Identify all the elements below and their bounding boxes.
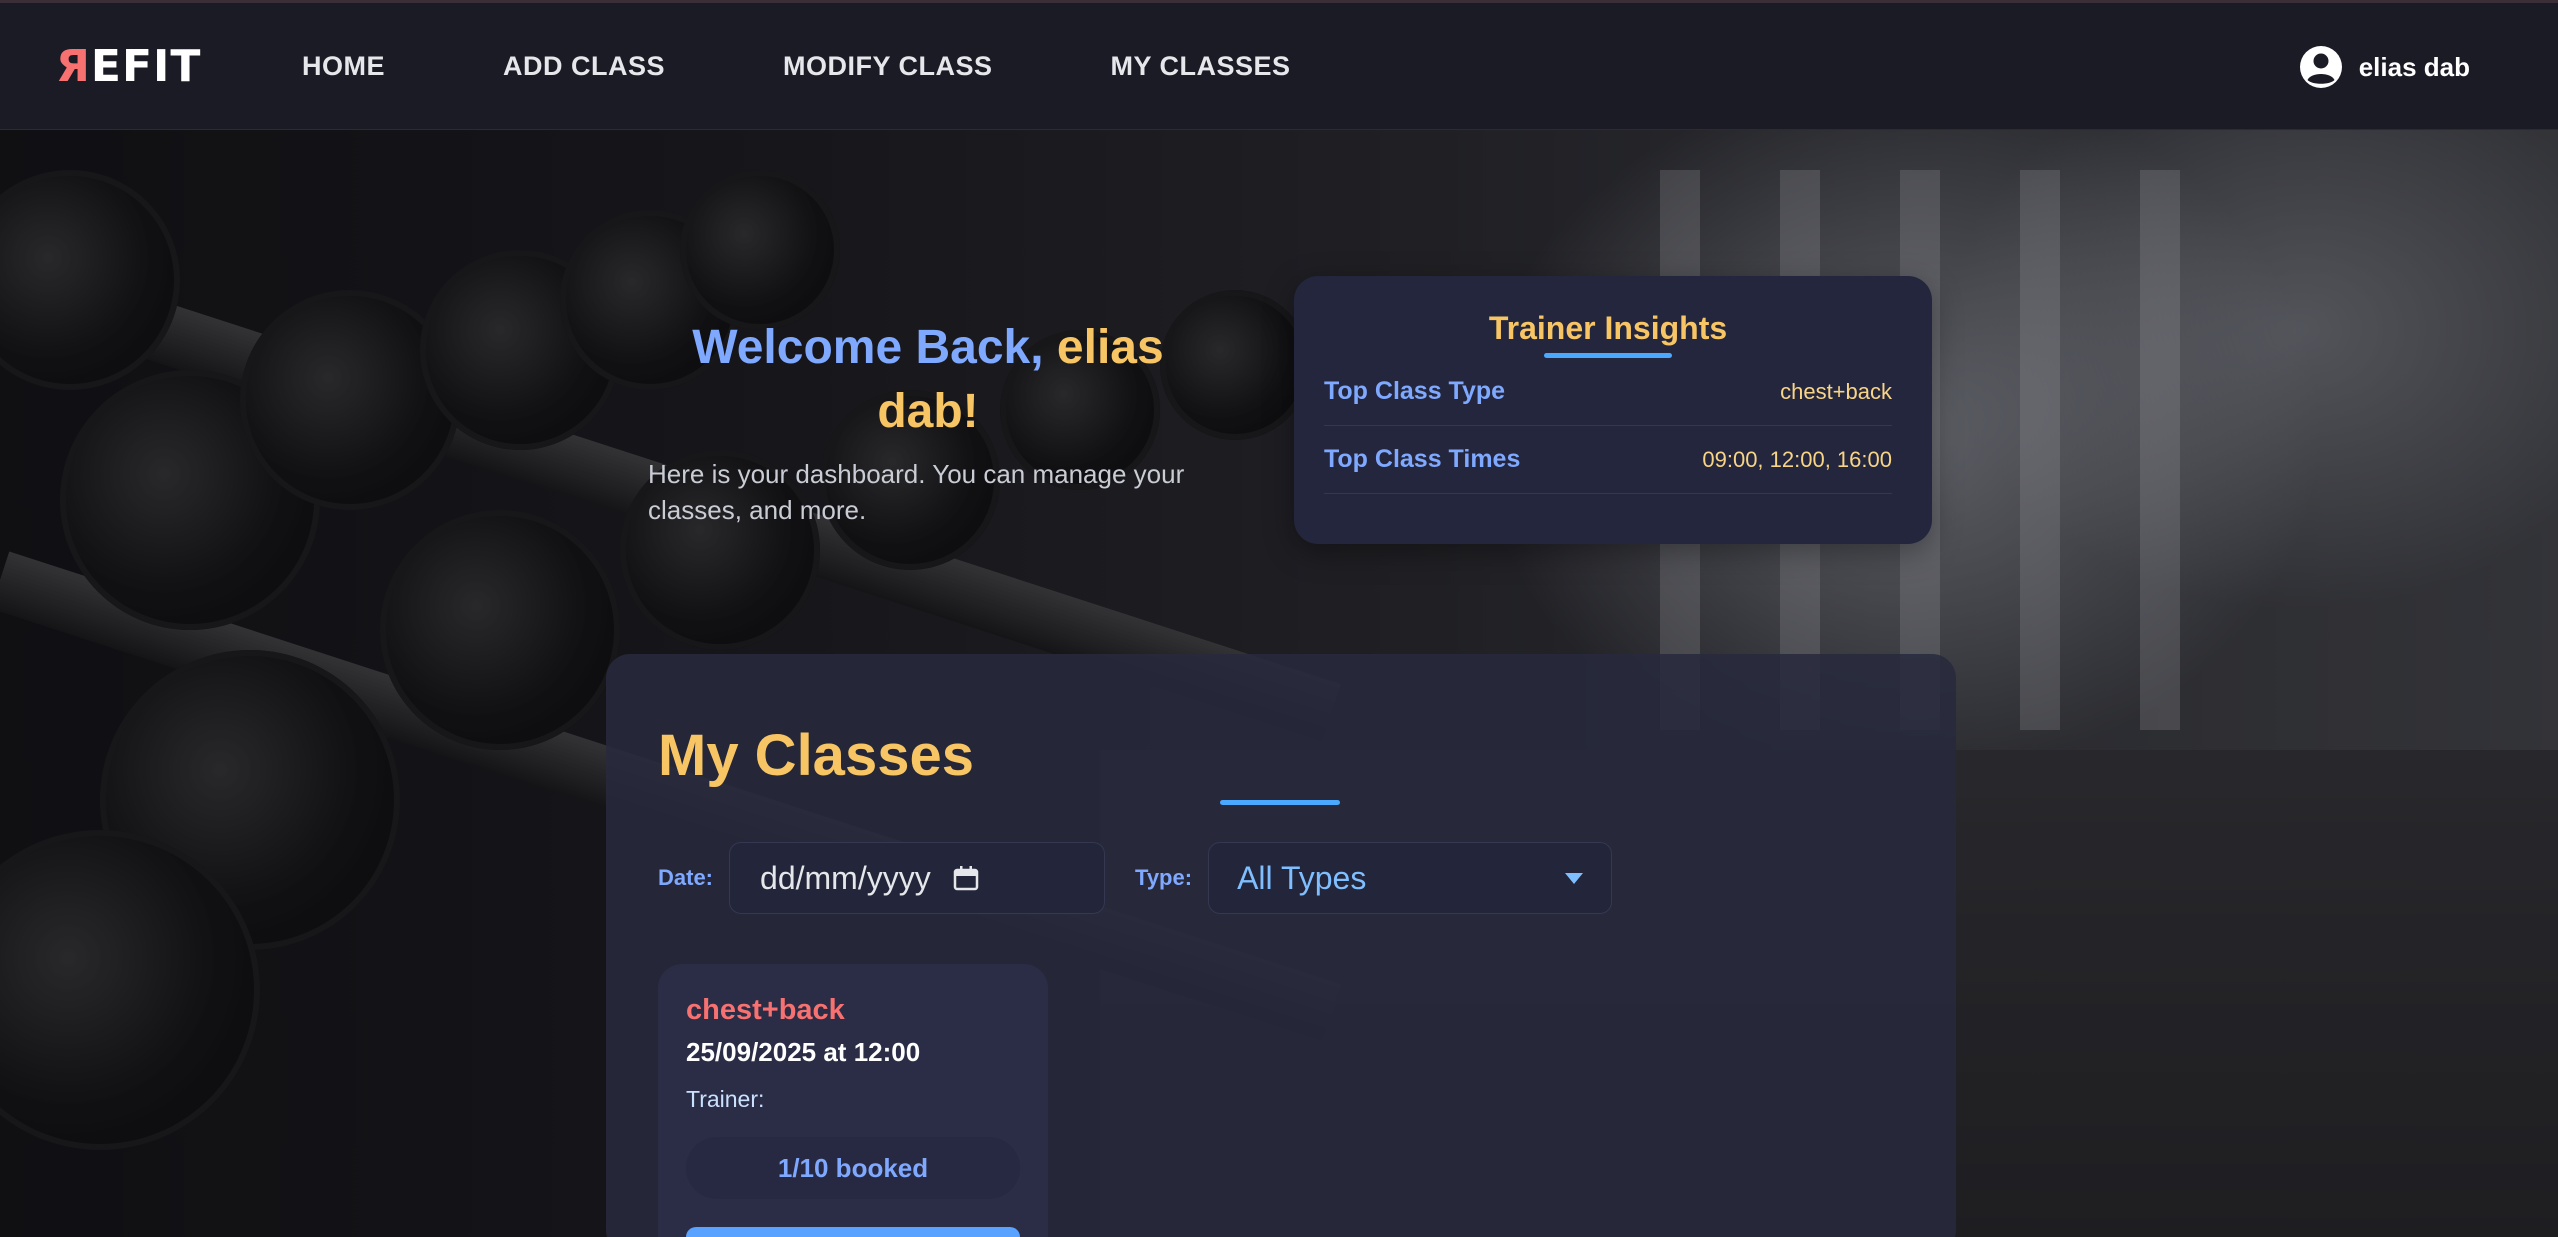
nav-add-class-link[interactable]: ADD CLASS — [503, 51, 665, 82]
nav-home-link[interactable]: HOME — [302, 51, 385, 82]
refit-logo[interactable]: ЯEFIT — [56, 41, 201, 92]
date-filter-label: Date: — [658, 865, 714, 890]
insight-label: Top Class Type — [1324, 377, 1506, 405]
user-circle-icon — [2299, 46, 2342, 88]
type-selected-value: All Types — [1237, 859, 1367, 896]
nav-links: HOME ADD CLASS MODIFY CLASS MY CLASSES — [302, 51, 1409, 82]
insights-title: Trainer Insights — [1488, 310, 1728, 346]
date-filter-input[interactable]: dd/mm/yyyy — [729, 842, 1106, 914]
insight-label: Top Class Times — [1324, 445, 1521, 473]
user-name: elias dab — [2358, 51, 2470, 82]
class-datetime: 25/09/2025 at 12:00 — [686, 1037, 921, 1067]
welcome-section: Welcome Back, elias dab! Here is your da… — [648, 316, 1208, 528]
date-placeholder: dd/mm/yyyy — [760, 859, 931, 896]
caret-down-icon — [1565, 872, 1584, 884]
type-filter-select[interactable]: All Types — [1208, 842, 1613, 914]
my-classes-title: My Classes — [658, 723, 974, 788]
trainer-insights-card: Trainer Insights Top Class Type chest+ba… — [1294, 276, 1932, 544]
insight-row-top-class-type: Top Class Type chest+back — [1324, 358, 1892, 426]
class-type: chest+back — [686, 994, 845, 1026]
class-filters: Date: dd/mm/yyyy Type: All Types — [658, 842, 1613, 914]
nav-modify-class-link[interactable]: MODIFY CLASS — [783, 51, 993, 82]
welcome-subtitle: Here is your dashboard. You can manage y… — [648, 459, 1185, 525]
my-classes-underline — [1220, 800, 1340, 805]
class-trainer: Trainer: — [686, 1086, 765, 1112]
welcome-title: Welcome Back, elias dab! — [692, 321, 1164, 438]
insight-value: 09:00, 12:00, 16:00 — [1702, 446, 1892, 472]
class-card-action-button[interactable] — [686, 1227, 1020, 1237]
nav-my-classes-link[interactable]: MY CLASSES — [1111, 51, 1291, 82]
user-menu[interactable]: elias dab — [2299, 45, 2470, 89]
navbar: ЯEFIT HOME ADD CLASS MODIFY CLASS MY CLA… — [0, 0, 2558, 130]
type-filter-label: Type: — [1135, 865, 1193, 890]
insight-row-top-class-times: Top Class Times 09:00, 12:00, 16:00 — [1324, 426, 1892, 494]
class-card[interactable]: chest+back 25/09/2025 at 12:00 Trainer: … — [658, 964, 1048, 1237]
booking-count-badge: 1/10 booked — [686, 1137, 1020, 1199]
calendar-icon[interactable] — [953, 865, 979, 891]
my-classes-panel: My Classes Date: dd/mm/yyyy Type: All Ty… — [606, 654, 1956, 1237]
insight-value: chest+back — [1780, 378, 1892, 404]
